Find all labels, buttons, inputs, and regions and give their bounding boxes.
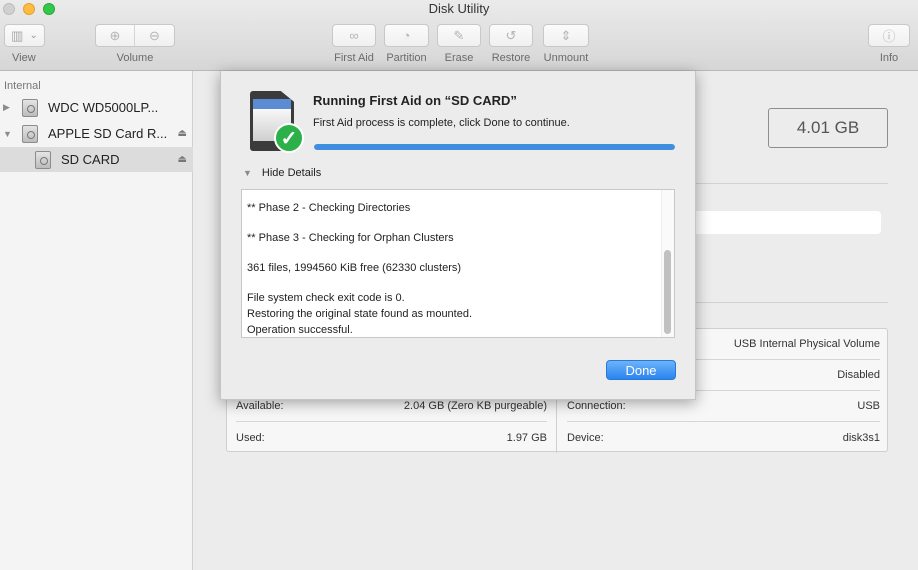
sd-card-icon: ✓ xyxy=(247,91,307,155)
hard-disk-icon xyxy=(22,98,38,117)
first-aid-log[interactable]: ** Phase 2 - Checking Directories ** Pha… xyxy=(241,189,675,338)
info-value: disk3s1 xyxy=(842,431,880,444)
info-value: Disabled xyxy=(837,369,880,381)
log-line: Operation successful. xyxy=(247,324,353,336)
info-value: 2.04 GB (Zero KB purgeable) xyxy=(403,400,547,412)
log-line: Restoring the original state found as mo… xyxy=(247,308,473,320)
sidebar-toggle-icon: ▥ xyxy=(11,27,24,43)
restore-control: ↺ Restore xyxy=(489,24,533,64)
info-value: USB xyxy=(857,400,880,412)
first-aid-button[interactable]: ∞ xyxy=(332,24,376,47)
info-value: USB Internal Physical Volume xyxy=(733,338,880,350)
restore-label: Restore xyxy=(491,52,531,64)
info-row-device: Device: disk3s1 xyxy=(567,422,880,453)
partition-control: ◔ Partition xyxy=(384,24,429,64)
progress-bar xyxy=(314,144,675,150)
log-line: 361 files, 1994560 KiB free (62330 clust… xyxy=(247,262,462,274)
stethoscope-icon: ∞ xyxy=(349,28,359,43)
info-label: Available: xyxy=(236,400,284,412)
info-icon: ⓘ xyxy=(882,29,896,44)
view-label: View xyxy=(12,52,36,64)
unmount-icon: ⇕ xyxy=(560,27,572,43)
info-control: ⓘ Info xyxy=(868,24,910,64)
view-button[interactable]: ▥ ⌄ xyxy=(4,24,45,47)
window-toolbar: Disk Utility ▥ ⌄ View ⊕ ⊖ Volume ∞ First… xyxy=(0,0,918,71)
add-volume-button[interactable]: ⊕ xyxy=(95,24,135,47)
hard-disk-icon xyxy=(22,124,38,143)
progress-fill xyxy=(314,144,675,150)
log-scrollbar-thumb[interactable] xyxy=(664,250,671,334)
add-volume-icon: ⊕ xyxy=(109,27,121,43)
hide-details-toggle[interactable]: ▼ Hide Details xyxy=(243,167,321,179)
info-row-used: Used: 1.97 GB xyxy=(236,422,547,453)
usage-bar xyxy=(674,211,881,234)
volume-control: ⊕ ⊖ Volume xyxy=(95,24,175,64)
hide-details-label: Hide Details xyxy=(261,167,322,179)
sheet-message: First Aid process is complete, click Don… xyxy=(313,117,570,129)
sidebar-item-sd-card[interactable]: SD CARD ⏏ xyxy=(0,147,193,172)
restore-icon: ↺ xyxy=(505,27,517,43)
disclosure-collapsed-icon[interactable]: ▶ xyxy=(3,102,13,113)
success-check-icon: ✓ xyxy=(274,123,304,153)
eject-icon[interactable]: ⏏ xyxy=(178,154,187,165)
eject-icon[interactable]: ⏏ xyxy=(178,128,187,139)
done-button[interactable]: Done xyxy=(606,360,676,380)
erase-label: Erase xyxy=(444,52,474,64)
disclosure-expanded-icon[interactable]: ▼ xyxy=(3,129,13,139)
info-label: Device: xyxy=(567,431,604,444)
sidebar-item-apple-sd-card-reader[interactable]: ▼ APPLE SD Card R... ⏏ xyxy=(0,121,193,146)
pie-chart-icon: ◔ xyxy=(402,28,411,43)
view-control: ▥ ⌄ View xyxy=(4,24,45,64)
unmount-label: Unmount xyxy=(543,52,589,64)
partition-button[interactable]: ◔ xyxy=(384,24,429,47)
erase-control: ✎ Erase xyxy=(437,24,481,64)
sidebar: Internal ▶ WDC WD5000LP... ▼ APPLE SD Ca… xyxy=(0,71,193,570)
info-label: Info xyxy=(879,52,899,64)
unmount-button[interactable]: ⇕ xyxy=(543,24,589,47)
info-button[interactable]: ⓘ xyxy=(868,24,910,47)
log-line: File system check exit code is 0. xyxy=(247,292,405,304)
first-aid-sheet: ✓ Running First Aid on “SD CARD” First A… xyxy=(220,71,696,400)
unmount-control: ⇕ Unmount xyxy=(543,24,589,64)
window-title: Disk Utility xyxy=(428,1,490,16)
volume-icon xyxy=(35,150,51,169)
chevron-down-icon: ⌄ xyxy=(29,30,38,41)
volume-label: Volume xyxy=(116,52,154,64)
remove-volume-icon: ⊖ xyxy=(149,27,160,43)
disclosure-expanded-icon: ▼ xyxy=(243,168,252,178)
first-aid-control: ∞ First Aid xyxy=(332,24,376,64)
divider xyxy=(674,183,888,184)
erase-button[interactable]: ✎ xyxy=(437,24,481,47)
sheet-title: Running First Aid on “SD CARD” xyxy=(313,93,517,108)
remove-volume-button[interactable]: ⊖ xyxy=(135,24,175,47)
first-aid-label: First Aid xyxy=(334,52,374,64)
sidebar-item-label: APPLE SD Card R... xyxy=(48,126,168,141)
info-label: Connection: xyxy=(567,400,626,412)
partition-label: Partition xyxy=(386,52,427,64)
log-line: ** Phase 3 - Checking for Orphan Cluster… xyxy=(247,232,454,244)
capacity-badge: 4.01 GB xyxy=(768,108,888,148)
sidebar-item-wdc-disk[interactable]: ▶ WDC WD5000LP... xyxy=(0,95,193,120)
info-label: Used: xyxy=(236,431,265,444)
log-line: ** Phase 2 - Checking Directories xyxy=(247,202,411,214)
sidebar-item-label: WDC WD5000LP... xyxy=(48,100,159,115)
divider xyxy=(674,302,888,303)
erase-icon: ✎ xyxy=(453,27,465,43)
restore-button[interactable]: ↺ xyxy=(489,24,533,47)
info-value: 1.97 GB xyxy=(506,431,547,444)
sidebar-section-internal: Internal xyxy=(4,80,41,92)
sidebar-item-label: SD CARD xyxy=(61,152,120,167)
